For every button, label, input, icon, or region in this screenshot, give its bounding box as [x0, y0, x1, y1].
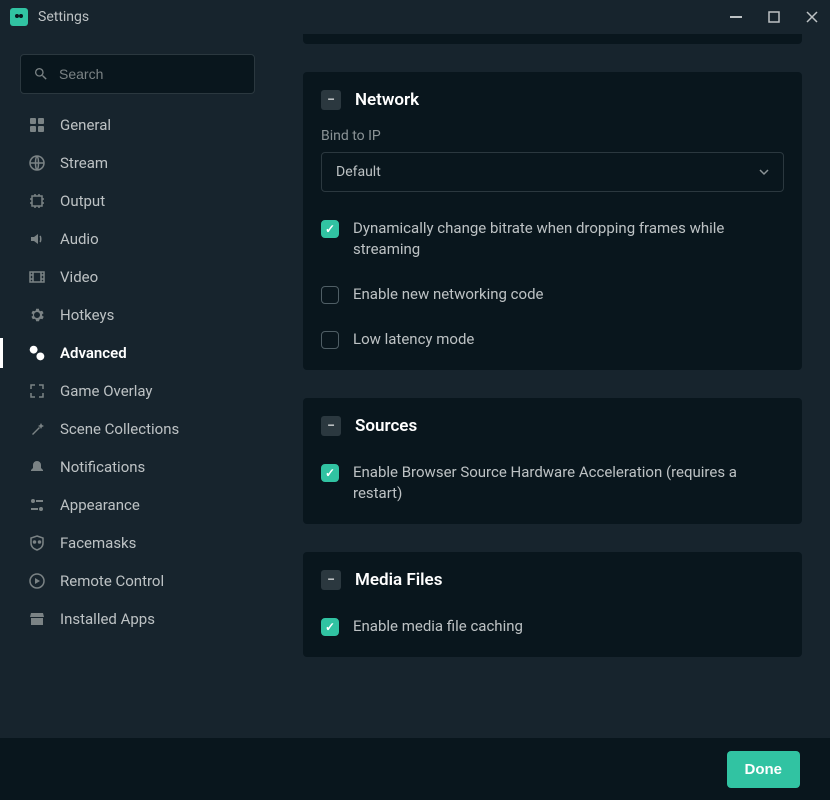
new-networking-label: Enable new networking code	[353, 284, 544, 305]
sidebar-item-label: Audio	[60, 230, 99, 248]
panel-title-media: Media Files	[355, 570, 442, 590]
bell-icon	[28, 458, 46, 476]
new-networking-checkbox[interactable]	[321, 286, 339, 304]
sidebar-item-label: Remote Control	[60, 572, 164, 590]
wand-icon	[28, 420, 46, 438]
media-caching-label: Enable media file caching	[353, 616, 523, 637]
bind-ip-select[interactable]: Default	[321, 152, 784, 192]
footer: Done	[0, 738, 830, 800]
bind-ip-label: Bind to IP	[321, 128, 784, 144]
sidebar-item-label: Installed Apps	[60, 610, 155, 628]
search-icon	[33, 66, 49, 82]
collapse-button[interactable]: −	[321, 416, 341, 436]
sidebar-item-audio[interactable]: Audio	[0, 220, 275, 258]
sidebar-item-general[interactable]: General	[0, 106, 275, 144]
collapse-button[interactable]: −	[321, 570, 341, 590]
media-panel: − Media Files Enable media file caching	[303, 552, 802, 657]
sidebar-item-remote-control[interactable]: Remote Control	[0, 562, 275, 600]
shield-icon	[28, 534, 46, 552]
dynamic-bitrate-checkbox[interactable]	[321, 220, 339, 238]
sidebar-item-label: Scene Collections	[60, 420, 179, 438]
expand-icon	[28, 382, 46, 400]
main-content: − Network Bind to IP Default Dynamically…	[275, 34, 830, 738]
sidebar-item-notifications[interactable]: Notifications	[0, 448, 275, 486]
sidebar-item-hotkeys[interactable]: Hotkeys	[0, 296, 275, 334]
sidebar-item-appearance[interactable]: Appearance	[0, 486, 275, 524]
done-button[interactable]: Done	[727, 751, 801, 788]
film-icon	[28, 268, 46, 286]
sidebar-item-label: Stream	[60, 154, 108, 172]
sidebar-item-label: Appearance	[60, 496, 140, 514]
low-latency-label: Low latency mode	[353, 329, 474, 350]
media-caching-checkbox[interactable]	[321, 618, 339, 636]
gears-icon	[28, 344, 46, 362]
sidebar-item-facemasks[interactable]: Facemasks	[0, 524, 275, 562]
chevron-down-icon	[759, 167, 769, 177]
globe-icon	[28, 154, 46, 172]
sidebar-item-game-overlay[interactable]: Game Overlay	[0, 372, 275, 410]
sidebar-item-stream[interactable]: Stream	[0, 144, 275, 182]
sidebar-item-label: Hotkeys	[60, 306, 114, 324]
close-button[interactable]	[804, 9, 820, 25]
sidebar-item-scene-collections[interactable]: Scene Collections	[0, 410, 275, 448]
app-icon	[10, 8, 28, 26]
titlebar: Settings	[0, 0, 830, 34]
speaker-icon	[28, 230, 46, 248]
search-input-wrap[interactable]	[20, 54, 255, 94]
panel-title-network: Network	[355, 90, 419, 110]
sidebar: General Stream Output Audio Video Hotkey…	[0, 34, 275, 738]
sidebar-item-label: Output	[60, 192, 105, 210]
sidebar-item-label: Notifications	[60, 458, 145, 476]
network-panel: − Network Bind to IP Default Dynamically…	[303, 72, 802, 370]
play-circle-icon	[28, 572, 46, 590]
grid-icon	[28, 116, 46, 134]
window-title: Settings	[38, 9, 89, 25]
maximize-button[interactable]	[766, 9, 782, 25]
chip-icon	[28, 192, 46, 210]
bind-ip-value: Default	[336, 164, 381, 180]
toggles-icon	[28, 496, 46, 514]
hw-accel-label: Enable Browser Source Hardware Accelerat…	[353, 462, 784, 504]
sidebar-item-advanced[interactable]: Advanced	[0, 334, 275, 372]
sidebar-item-label: Advanced	[60, 344, 127, 362]
panel-title-sources: Sources	[355, 416, 417, 436]
sidebar-item-output[interactable]: Output	[0, 182, 275, 220]
low-latency-checkbox[interactable]	[321, 331, 339, 349]
collapse-button[interactable]: −	[321, 90, 341, 110]
search-input[interactable]	[59, 66, 242, 82]
sources-panel: − Sources Enable Browser Source Hardware…	[303, 398, 802, 524]
sidebar-item-label: Game Overlay	[60, 382, 153, 400]
sidebar-item-installed-apps[interactable]: Installed Apps	[0, 600, 275, 638]
hw-accel-checkbox[interactable]	[321, 464, 339, 482]
sidebar-item-label: Facemasks	[60, 534, 136, 552]
sidebar-item-label: Video	[60, 268, 98, 286]
sidebar-item-video[interactable]: Video	[0, 258, 275, 296]
dynamic-bitrate-label: Dynamically change bitrate when dropping…	[353, 218, 784, 260]
sidebar-item-label: General	[60, 116, 111, 134]
store-icon	[28, 610, 46, 628]
minimize-button[interactable]	[728, 9, 744, 25]
gear-icon	[28, 306, 46, 324]
